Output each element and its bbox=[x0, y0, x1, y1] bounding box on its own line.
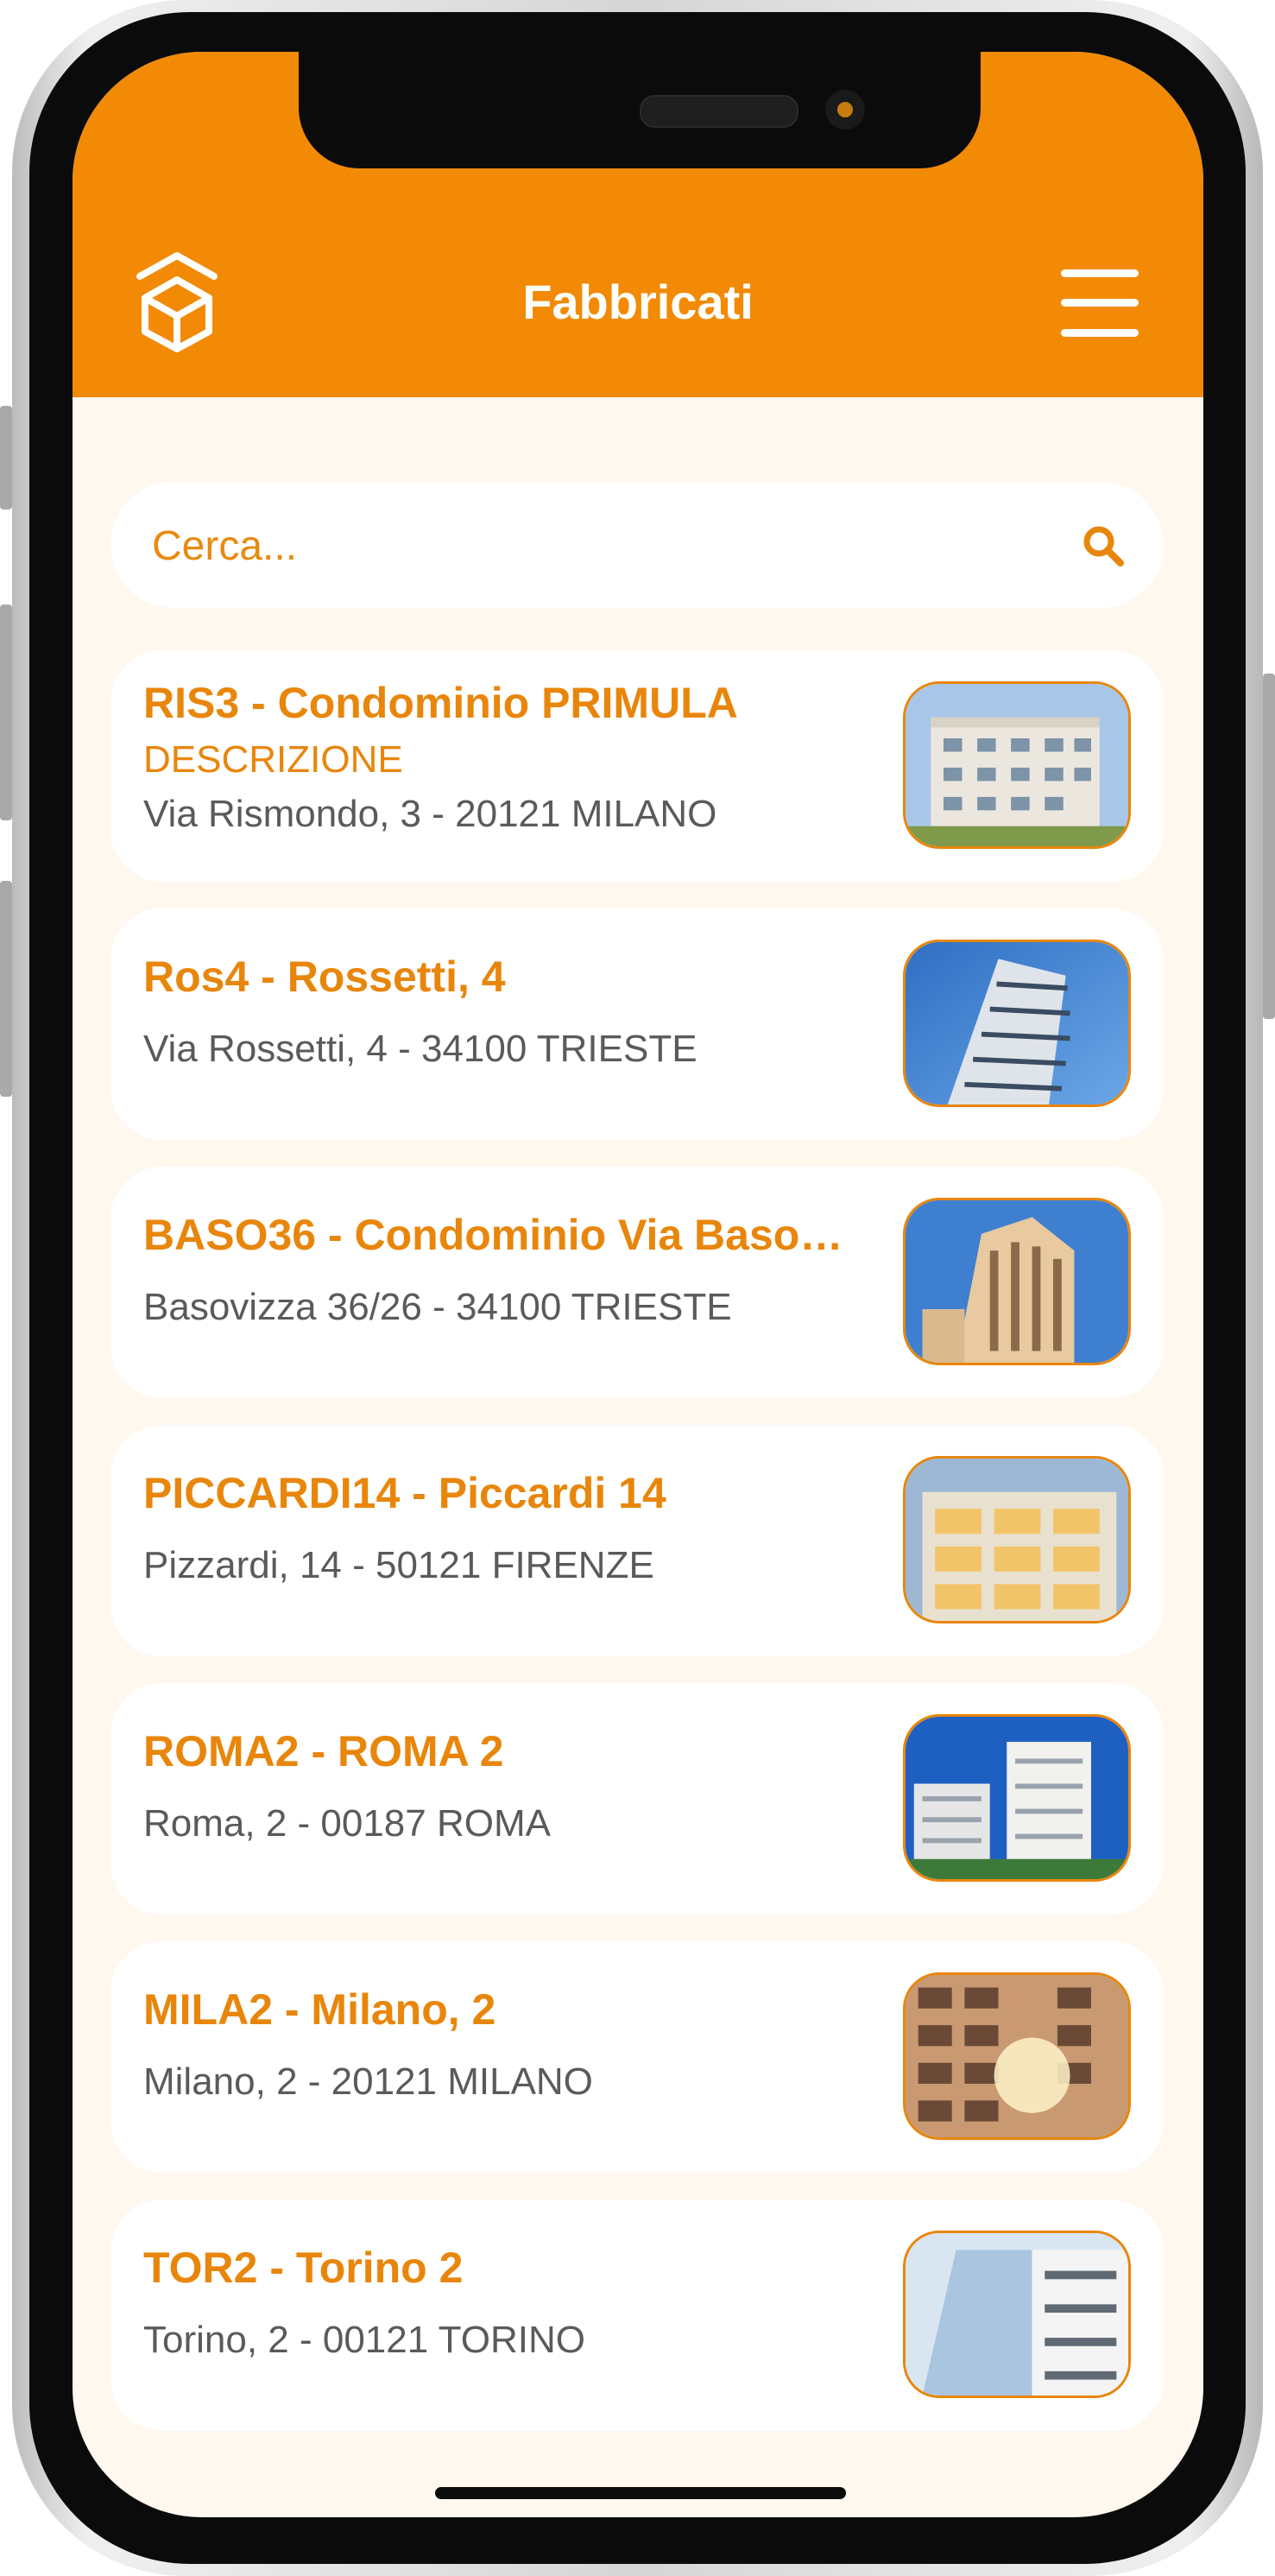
building-title: BASO36 - Condominio Via Basovizza 36 bbox=[143, 1211, 860, 1259]
building-card[interactable]: TOR2 - Torino 2 Torino, 2 - 00121 TORINO bbox=[110, 2199, 1164, 2431]
building-title: Ros4 - Rossetti, 4 bbox=[143, 953, 506, 1001]
building-card[interactable]: BASO36 - Condominio Via Basovizza 36 Bas… bbox=[110, 1167, 1164, 1398]
side-button bbox=[0, 406, 12, 510]
home-indicator[interactable] bbox=[435, 2487, 846, 2499]
building-card[interactable]: PICCARDI14 - Piccardi 14 Pizzardi, 14 - … bbox=[110, 1425, 1164, 1656]
building-thumbnail bbox=[903, 1714, 1131, 1882]
building-thumbnail bbox=[903, 1972, 1131, 2140]
building-address: Torino, 2 - 00121 TORINO bbox=[143, 2319, 585, 2361]
building-thumbnail bbox=[903, 940, 1131, 1107]
building-list-area[interactable]: RIS3 - Condominio PRIMULA DESCRIZIONE Vi… bbox=[73, 397, 1203, 2465]
search-icon[interactable] bbox=[1081, 523, 1126, 568]
speaker-grille bbox=[640, 95, 798, 128]
building-address: Basovizza 36/26 - 34100 TRIESTE bbox=[143, 1286, 732, 1328]
building-description: DESCRIZIONE bbox=[143, 738, 403, 781]
device-notch bbox=[299, 52, 981, 168]
building-title: MILA2 - Milano, 2 bbox=[143, 1985, 496, 2034]
building-address: Via Rismondo, 3 - 20121 MILANO bbox=[143, 793, 717, 835]
building-address: Pizzardi, 14 - 50121 FIRENZE bbox=[143, 1544, 654, 1586]
building-card[interactable]: Ros4 - Rossetti, 4 Via Rossetti, 4 - 341… bbox=[110, 908, 1164, 1140]
building-address: Roma, 2 - 00187 ROMA bbox=[143, 1802, 551, 1845]
front-camera bbox=[825, 90, 865, 130]
building-thumbnail bbox=[903, 1198, 1131, 1365]
side-button bbox=[1263, 674, 1275, 1019]
side-button bbox=[0, 881, 12, 1097]
building-address: Milano, 2 - 20121 MILANO bbox=[143, 2060, 593, 2103]
building-thumbnail bbox=[903, 681, 1131, 849]
building-thumbnail bbox=[903, 1456, 1131, 1623]
building-card[interactable]: ROMA2 - ROMA 2 Roma, 2 - 00187 ROMA bbox=[110, 1683, 1164, 1915]
side-button bbox=[0, 604, 12, 820]
building-title: TOR2 - Torino 2 bbox=[143, 2244, 464, 2292]
hamburger-menu-icon[interactable] bbox=[1061, 269, 1139, 337]
building-address: Via Rossetti, 4 - 34100 TRIESTE bbox=[143, 1028, 697, 1070]
building-card[interactable]: MILA2 - Milano, 2 Milano, 2 - 20121 MILA… bbox=[110, 1941, 1164, 2173]
building-card[interactable]: RIS3 - Condominio PRIMULA DESCRIZIONE Vi… bbox=[110, 650, 1164, 882]
page-title: Fabbricati bbox=[522, 275, 754, 329]
app-screen: Fabbricati RIS3 - Condominio PRIMULA DES… bbox=[73, 52, 1203, 2517]
building-thumbnail bbox=[903, 2231, 1131, 2398]
building-title: PICCARDI14 - Piccardi 14 bbox=[143, 1469, 666, 1517]
search-input[interactable] bbox=[150, 515, 1051, 577]
building-title: RIS3 - Condominio PRIMULA bbox=[143, 679, 738, 727]
search-bar bbox=[110, 482, 1164, 608]
building-title: ROMA2 - ROMA 2 bbox=[143, 1727, 504, 1775]
